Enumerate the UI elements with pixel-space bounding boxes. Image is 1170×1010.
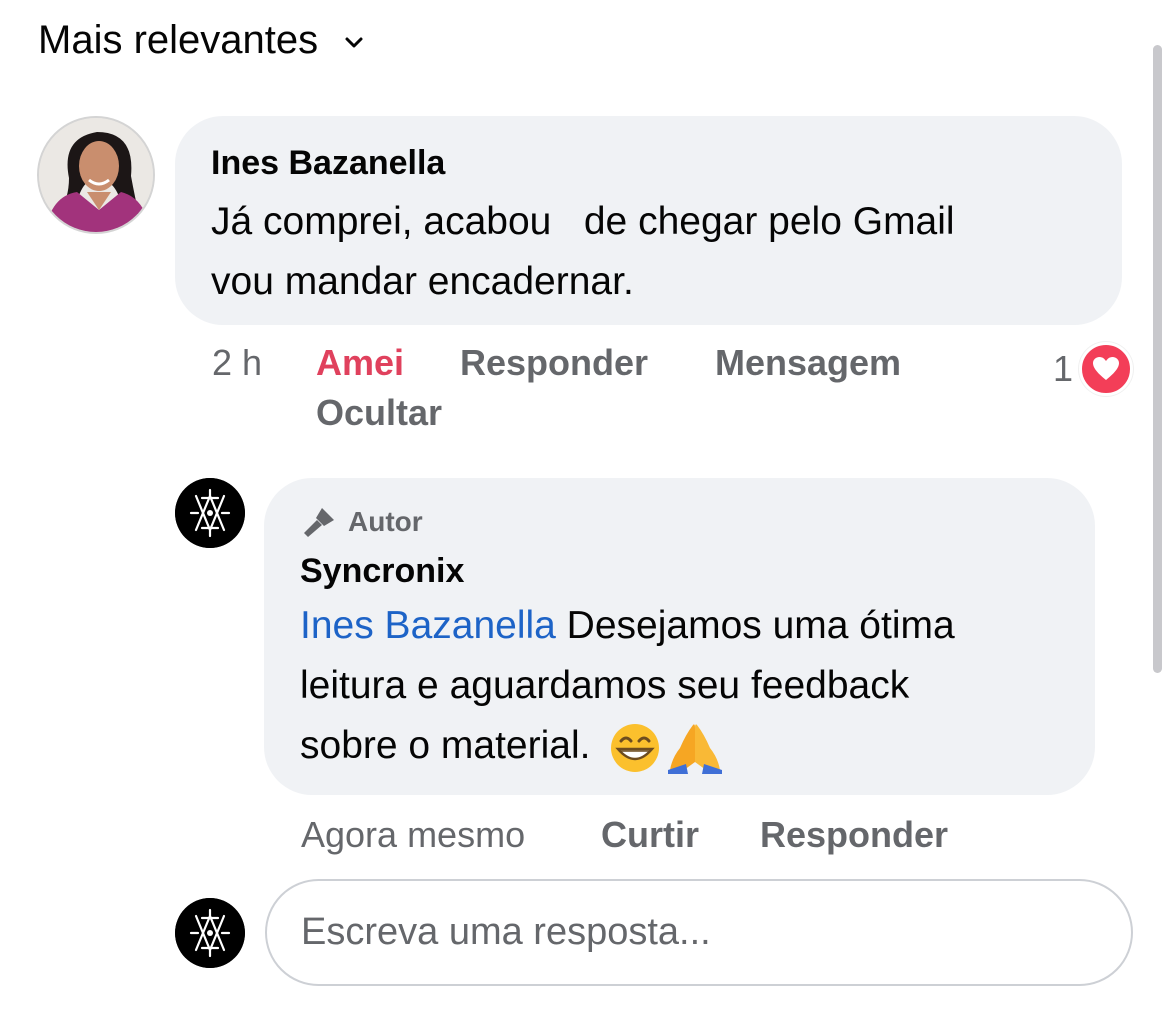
author-badge: Autor	[300, 502, 1059, 542]
reply-text-line: leitura e aguardamos seu feedback	[300, 664, 910, 707]
reply-button[interactable]: Responder	[760, 814, 948, 856]
reaction-count: 1	[1053, 348, 1074, 389]
comment-author[interactable]: Ines Bazanella	[211, 142, 1086, 184]
comments-panel: Mais relevantes Ines Bazanella Já compre…	[0, 0, 1170, 1010]
reply-text-segment: sobre o material.	[300, 724, 591, 767]
scrollbar[interactable]	[1153, 45, 1162, 673]
reply-text-segment: Desejamos uma ótima	[555, 604, 955, 647]
reply-input[interactable]	[265, 879, 1133, 986]
avatar[interactable]	[37, 116, 155, 234]
hide-button[interactable]: Ocultar	[316, 392, 442, 434]
reply-time[interactable]: Agora mesmo	[301, 814, 525, 856]
comment-time[interactable]: 2 h	[212, 342, 262, 384]
sort-dropdown[interactable]: Mais relevantes	[38, 18, 364, 63]
message-button[interactable]: Mensagem	[715, 342, 901, 384]
microphone-icon	[304, 508, 334, 537]
sort-label: Mais relevantes	[38, 18, 319, 62]
avatar	[175, 898, 245, 968]
grinning-face-emoji	[611, 723, 660, 772]
reply-text-line: Ines Bazanella Desejamos uma ótima	[300, 596, 1059, 656]
reply-bubble: Autor Syncronix Ines Bazanella Desejamos…	[264, 478, 1095, 795]
folded-hands-emoji	[668, 724, 723, 774]
mention-link[interactable]: Ines Bazanella	[300, 604, 556, 647]
like-button[interactable]: Curtir	[601, 814, 699, 856]
chevron-down-icon	[345, 37, 363, 47]
avatar[interactable]	[175, 478, 245, 548]
comment-bubble: Ines Bazanella Já comprei, acabou de che…	[175, 116, 1122, 325]
reply-author[interactable]: Syncronix	[300, 550, 1059, 592]
reply-button[interactable]: Responder	[460, 342, 648, 384]
brand-logo-icon	[175, 898, 245, 968]
reply-text: Ines Bazanella Desejamos uma ótima leitu…	[300, 596, 1059, 776]
heart-icon	[1079, 342, 1134, 396]
reply-text-line: sobre o material.	[300, 716, 1059, 776]
comment-text: Já comprei, acabou de chegar pelo Gmail …	[211, 192, 1086, 312]
comment-text-line: Já comprei, acabou de chegar pelo Gmail	[211, 200, 955, 243]
brand-logo-icon	[175, 478, 245, 548]
profile-photo	[39, 118, 153, 232]
love-button[interactable]: Amei	[316, 342, 404, 384]
comment-text-line: vou mandar encadernar.	[211, 260, 634, 303]
reaction-summary[interactable]: 1	[1053, 342, 1134, 396]
author-badge-label: Autor	[348, 506, 423, 537]
